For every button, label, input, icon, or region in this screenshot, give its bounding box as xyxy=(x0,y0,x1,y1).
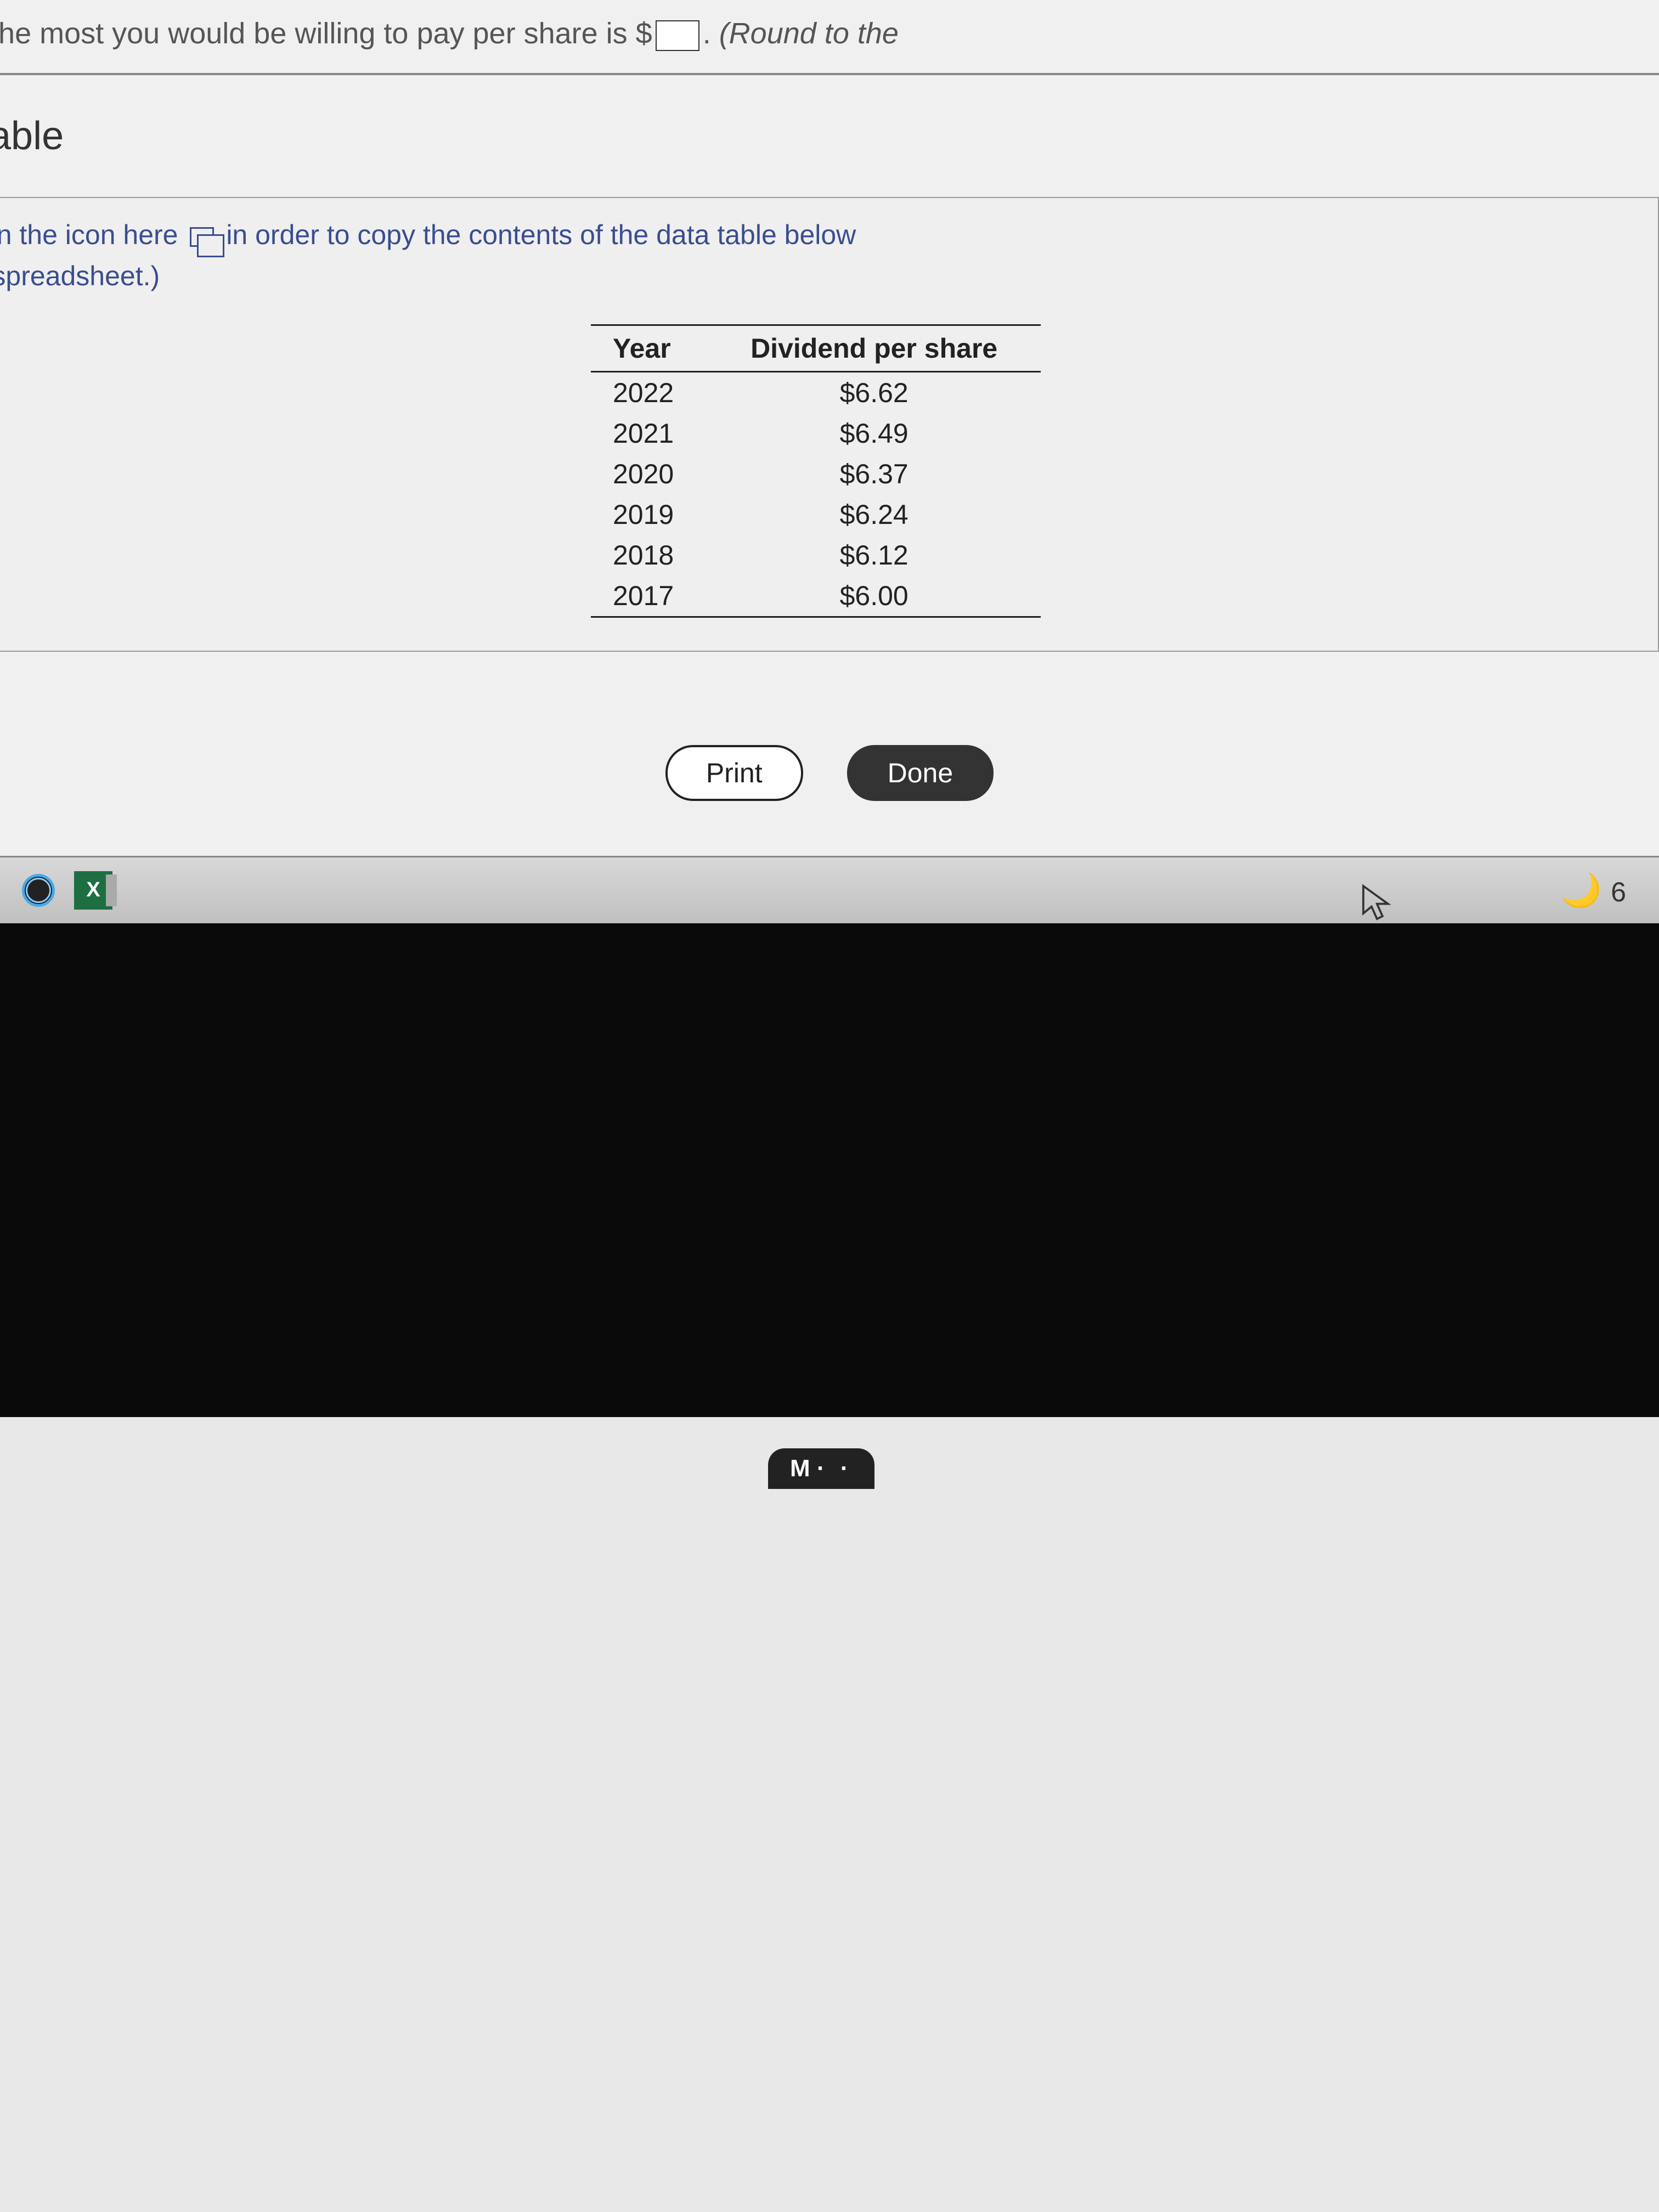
header-dividend: Dividend per share xyxy=(707,325,1041,371)
dividend-table: Year Dividend per share 2022 $6.62 2021 … xyxy=(591,324,1041,618)
table-row: 2017 $6.00 xyxy=(591,575,1041,617)
weather-moon-icon[interactable]: 🌙 6 xyxy=(1561,871,1626,910)
cell-dividend: $6.62 xyxy=(707,371,1041,413)
instruction-line1-suffix: in order to copy the contents of the dat… xyxy=(226,219,856,250)
copy-to-spreadsheet-icon[interactable] xyxy=(190,227,214,247)
cortana-icon[interactable] xyxy=(16,868,60,912)
cell-year: 2017 xyxy=(591,575,707,617)
cell-dividend: $6.49 xyxy=(707,413,1041,454)
taskbar[interactable]: X 🌙 6 xyxy=(0,857,1659,923)
media-badge[interactable]: M · · xyxy=(768,1448,874,1489)
cell-dividend: $6.12 xyxy=(707,535,1041,575)
instruction-line2: o a spreadsheet.) xyxy=(0,261,160,291)
instruction-line1-prefix: ck on the icon here xyxy=(0,219,178,250)
done-button[interactable]: Done xyxy=(847,745,994,801)
header-year: Year xyxy=(591,325,707,371)
cell-year: 2020 xyxy=(591,454,707,494)
excel-taskbar-icon[interactable]: X xyxy=(71,868,115,912)
time-fragment: 6 xyxy=(1611,877,1626,907)
table-row: 2020 $6.37 xyxy=(591,454,1041,494)
cell-dividend: $6.24 xyxy=(707,494,1041,535)
dialog-button-row: Print Done xyxy=(0,745,1659,801)
screen-bezel xyxy=(0,923,1659,1417)
section-title: table xyxy=(0,75,1659,186)
cell-year: 2018 xyxy=(591,535,707,575)
cell-year: 2019 xyxy=(591,494,707,535)
cell-dividend: $6.00 xyxy=(707,575,1041,617)
print-button[interactable]: Print xyxy=(665,745,803,801)
table-row: 2018 $6.12 xyxy=(591,535,1041,575)
copy-instruction: ck on the icon here in order to copy the… xyxy=(0,215,1636,297)
question-text: nts, the most you would be willing to pa… xyxy=(0,0,1659,75)
table-row: 2019 $6.24 xyxy=(591,494,1041,535)
round-instruction: (Round to the xyxy=(719,17,899,50)
question-prefix: nts, the most you would be willing to pa… xyxy=(0,17,652,50)
table-row: 2022 $6.62 xyxy=(591,371,1041,413)
cell-year: 2022 xyxy=(591,371,707,413)
price-input[interactable] xyxy=(656,20,699,51)
cell-year: 2021 xyxy=(591,413,707,454)
data-table-panel: ck on the icon here in order to copy the… xyxy=(0,197,1659,652)
table-row: 2021 $6.49 xyxy=(591,413,1041,454)
cell-dividend: $6.37 xyxy=(707,454,1041,494)
